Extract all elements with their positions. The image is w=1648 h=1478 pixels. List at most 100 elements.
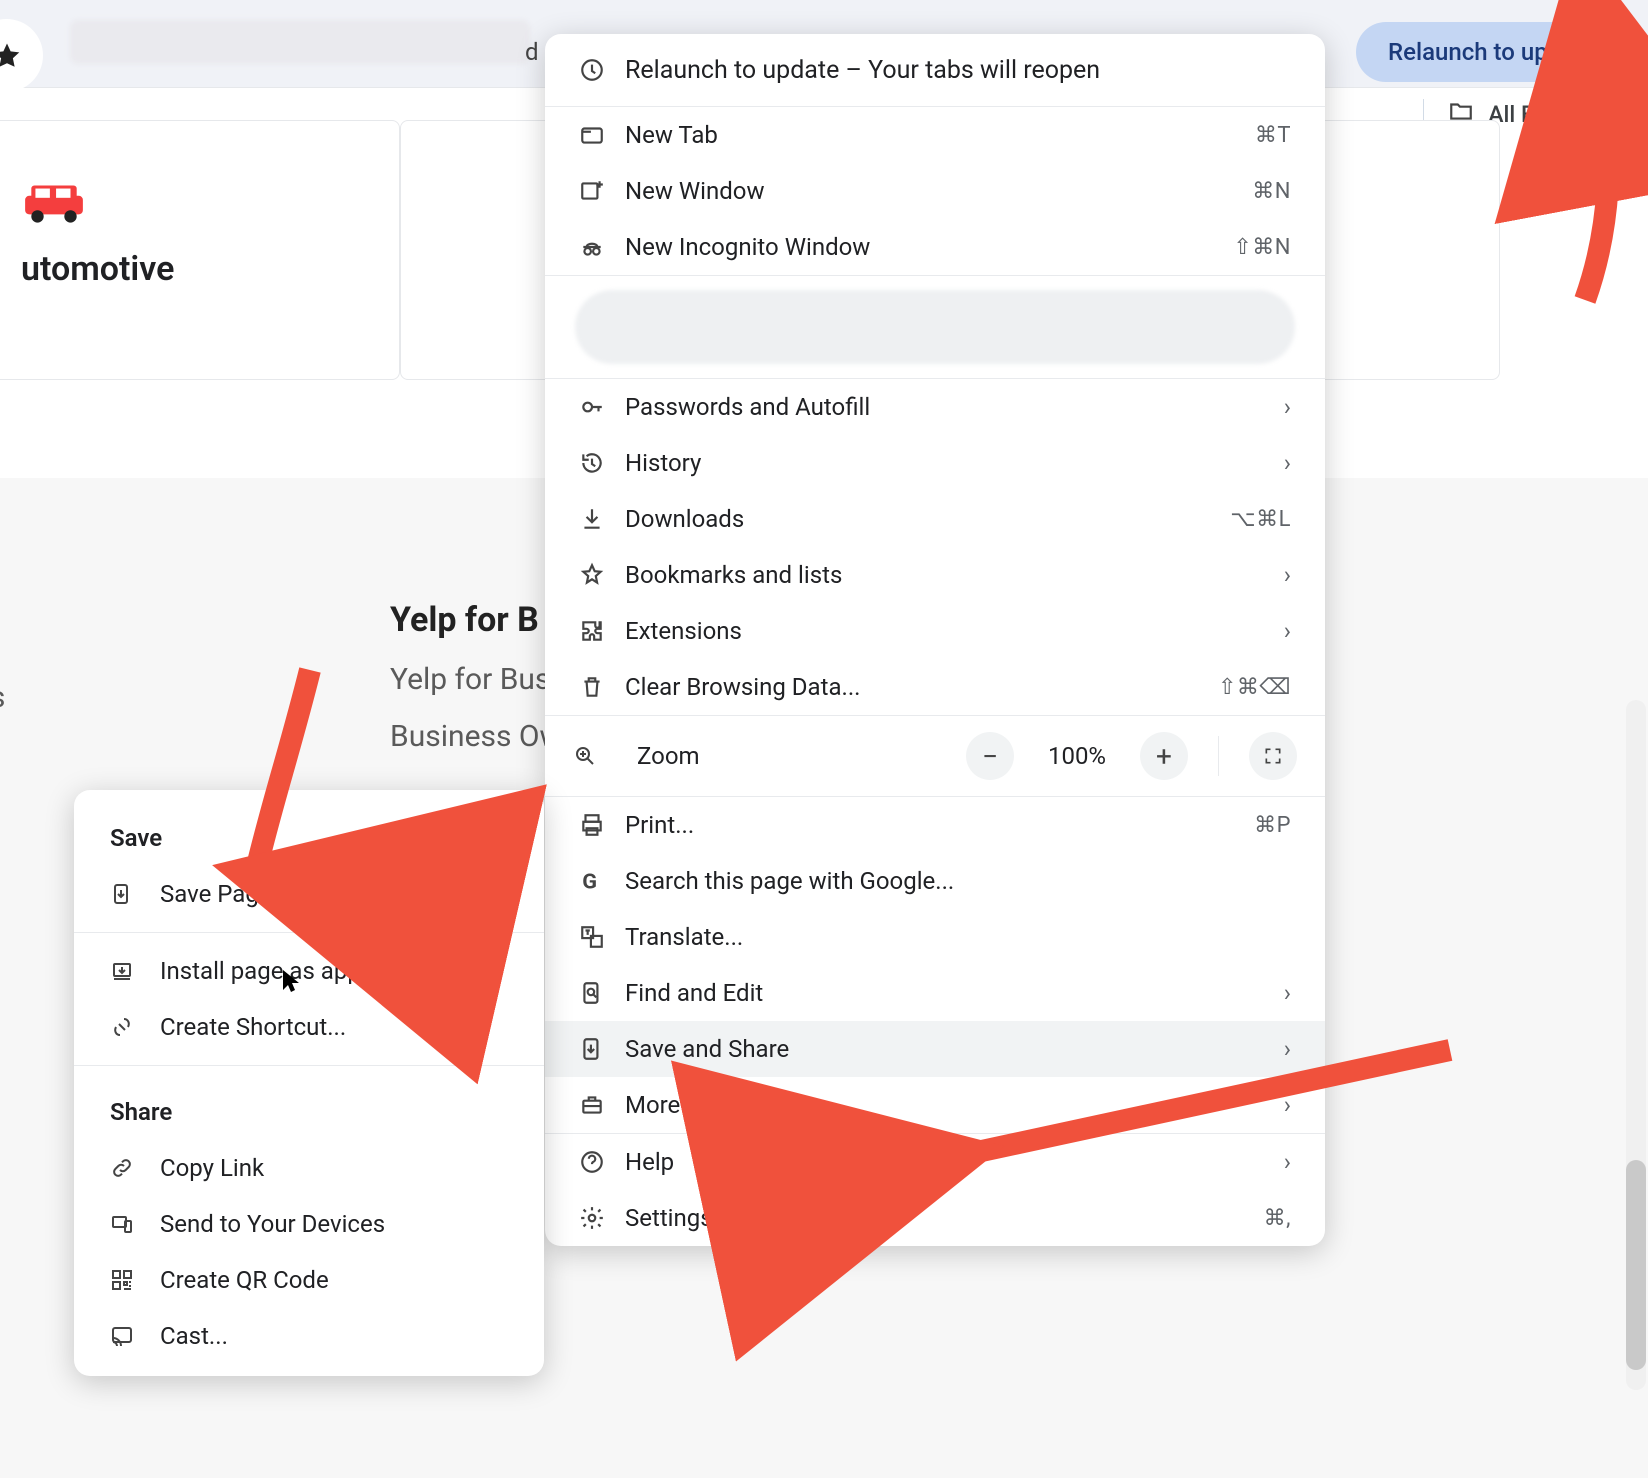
zoom-label: Zoom (637, 742, 948, 770)
download-icon (579, 506, 625, 532)
address-letter: d (525, 38, 539, 66)
star-icon (579, 562, 625, 588)
category-label: utomotive (21, 249, 339, 289)
annotation-arrow-mid (900, 1020, 1470, 1194)
menu-new-tab-shortcut: ⌘T (1255, 123, 1291, 148)
menu-incognito[interactable]: New Incognito Window ⇧⌘N (545, 219, 1325, 275)
menu-settings-shortcut: ⌘, (1264, 1206, 1291, 1231)
menu-translate-label: Translate... (625, 923, 1291, 951)
submenu-cast[interactable]: Cast... (74, 1308, 544, 1364)
qr-icon (110, 1268, 140, 1292)
annotation-arrow-sub (220, 660, 360, 904)
save-page-icon (579, 1036, 625, 1062)
shortcut-icon (110, 1015, 140, 1039)
divider (1218, 736, 1219, 776)
find-icon (579, 980, 625, 1006)
menu-extensions-label: Extensions (625, 617, 1284, 645)
submenu-copy-link-label: Copy Link (160, 1154, 264, 1182)
submenu-send-devices-label: Send to Your Devices (160, 1210, 385, 1238)
annotation-arrow-top (1530, 50, 1648, 314)
menu-new-window-shortcut: ⌘N (1252, 179, 1291, 204)
submenu-install-app[interactable]: Install page as app... (74, 943, 544, 999)
history-icon (579, 450, 625, 476)
menu-settings-label: Settings (625, 1204, 1264, 1232)
menu-new-tab-label: New Tab (625, 121, 1255, 149)
star-icon (0, 41, 22, 71)
menu-extensions[interactable]: Extensions › (545, 603, 1325, 659)
google-icon: G (579, 868, 625, 894)
menu-incognito-label: New Incognito Window (625, 233, 1233, 261)
svg-text:G: G (582, 870, 597, 894)
menu-print-shortcut: ⌘P (1254, 813, 1291, 838)
submenu-cast-label: Cast... (160, 1322, 228, 1350)
fullscreen-icon (1263, 746, 1283, 766)
menu-print-label: Print... (625, 811, 1254, 839)
submenu-create-qr-label: Create QR Code (160, 1266, 329, 1294)
submenu-share-header: Share (74, 1076, 544, 1140)
menu-clear-data[interactable]: Clear Browsing Data... ⇧⌘⌫ (545, 659, 1325, 715)
chevron-right-icon: › (1284, 617, 1291, 645)
toolbox-icon (579, 1092, 625, 1118)
menu-incognito-shortcut: ⇧⌘N (1233, 235, 1291, 260)
menu-clear-data-shortcut: ⇧⌘⌫ (1218, 675, 1291, 700)
profile-row-blurred[interactable] (575, 290, 1295, 364)
bg-col2-line1: Yelp for Bus (390, 662, 562, 697)
menu-passwords[interactable]: Passwords and Autofill › (545, 379, 1325, 435)
help-icon (579, 1149, 625, 1175)
print-icon (579, 812, 625, 838)
menu-relaunch-label: Relaunch to update – Your tabs will reop… (625, 56, 1291, 85)
car-icon (21, 181, 339, 235)
category-card[interactable]: utomotive (0, 120, 400, 380)
menu-search-google[interactable]: G Search this page with Google... (545, 853, 1325, 909)
menu-bookmarks[interactable]: Bookmarks and lists › (545, 547, 1325, 603)
trash-icon (579, 674, 625, 700)
menu-find-edit[interactable]: Find and Edit › (545, 965, 1325, 1021)
chevron-right-icon: › (1284, 979, 1291, 1007)
submenu-create-qr[interactable]: Create QR Code (74, 1252, 544, 1308)
submenu-create-shortcut-label: Create Shortcut... (160, 1013, 346, 1041)
tab-icon (579, 122, 625, 148)
zoom-value: 100% (1032, 742, 1122, 770)
submenu-send-devices[interactable]: Send to Your Devices (74, 1196, 544, 1252)
menu-downloads-label: Downloads (625, 505, 1230, 533)
chevron-right-icon: › (1284, 393, 1291, 421)
bg-col1: st Guides (0, 680, 5, 715)
submenu-create-shortcut[interactable]: Create Shortcut... (74, 999, 544, 1055)
fullscreen-button[interactable] (1249, 732, 1297, 780)
bg-col2-line2: Business Ow (390, 719, 562, 754)
cast-icon (110, 1324, 140, 1348)
menu-downloads[interactable]: Downloads ⌥⌘L (545, 491, 1325, 547)
bg-col2-title: Yelp for B (390, 600, 562, 640)
menu-new-window[interactable]: New Window ⌘N (545, 163, 1325, 219)
menu-print[interactable]: Print... ⌘P (545, 797, 1325, 853)
menu-bookmarks-label: Bookmarks and lists (625, 561, 1284, 589)
menu-search-google-label: Search this page with Google... (625, 867, 1291, 895)
menu-separator (74, 1065, 544, 1066)
bookmark-star-circle[interactable] (0, 19, 43, 92)
menu-find-edit-label: Find and Edit (625, 979, 1284, 1007)
link-icon (110, 1156, 140, 1180)
menu-passwords-label: Passwords and Autofill (625, 393, 1284, 421)
menu-separator (545, 275, 1325, 276)
zoom-icon (573, 744, 619, 768)
menu-new-tab[interactable]: New Tab ⌘T (545, 107, 1325, 163)
submenu-copy-link[interactable]: Copy Link (74, 1140, 544, 1196)
menu-history[interactable]: History › (545, 435, 1325, 491)
translate-icon (579, 924, 625, 950)
menu-relaunch-update[interactable]: Relaunch to update – Your tabs will reop… (545, 34, 1325, 106)
gear-icon (579, 1205, 625, 1231)
menu-clear-data-label: Clear Browsing Data... (625, 673, 1218, 701)
incognito-icon (579, 234, 625, 260)
install-icon (110, 959, 140, 983)
menu-downloads-shortcut: ⌥⌘L (1230, 507, 1291, 532)
menu-separator (74, 932, 544, 933)
menu-settings[interactable]: Settings ⌘, (545, 1190, 1325, 1246)
chevron-right-icon: › (1284, 449, 1291, 477)
address-bar-blur (70, 20, 530, 64)
zoom-in-button[interactable]: + (1140, 732, 1188, 780)
mouse-cursor-icon (281, 968, 301, 1000)
scrollbar-thumb[interactable] (1626, 1160, 1646, 1370)
zoom-out-button[interactable]: − (966, 732, 1014, 780)
bg-col2: Yelp for B Yelp for Bus Business Ow (390, 600, 562, 754)
menu-translate[interactable]: Translate... (545, 909, 1325, 965)
